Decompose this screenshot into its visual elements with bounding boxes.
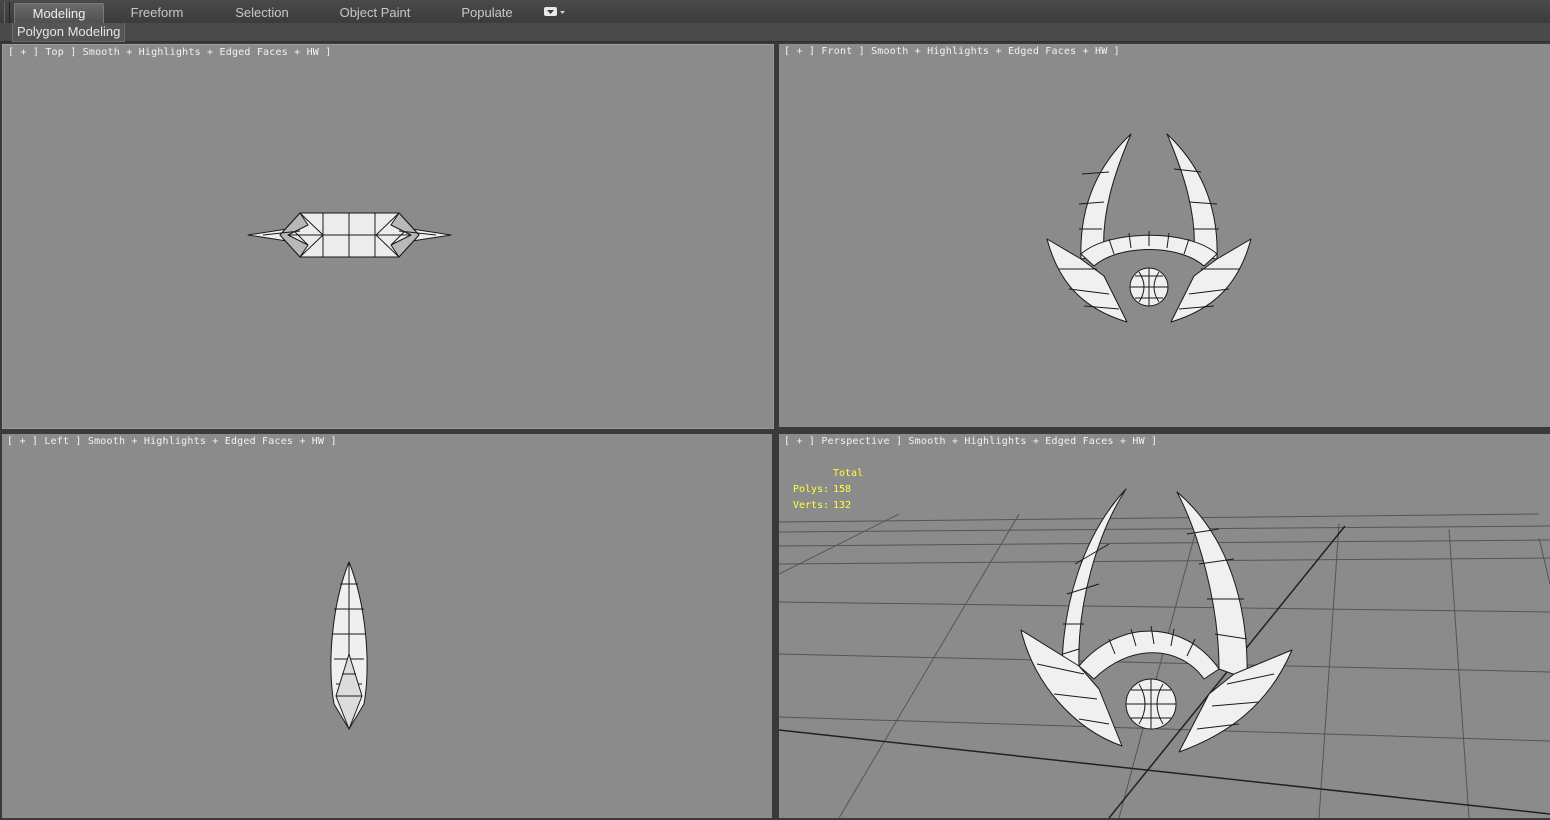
viewport-top[interactable]: [ + ] Top ] Smooth + Highlights + Edged … bbox=[2, 44, 774, 429]
viewport-front[interactable]: [ + ] Front ] Smooth + Highlights + Edge… bbox=[779, 44, 1550, 427]
top-view-model bbox=[247, 212, 452, 258]
tab-populate[interactable]: Populate bbox=[447, 3, 527, 22]
left-view-model bbox=[330, 561, 368, 730]
perspective-view-model bbox=[779, 488, 1550, 818]
ribbon-bar: Modeling Freeform Selection Object Paint… bbox=[0, 0, 1550, 38]
viewport-left[interactable]: [ + ] Left ] Smooth + Highlights + Edged… bbox=[2, 434, 772, 818]
viewport-perspective[interactable]: [ + ] Perspective ] Smooth + Highlights … bbox=[779, 434, 1550, 818]
tab-selection[interactable]: Selection bbox=[215, 3, 309, 22]
front-view-model bbox=[1046, 133, 1252, 323]
tab-object-paint[interactable]: Object Paint bbox=[325, 3, 425, 22]
polygon-modeling-panel[interactable]: Polygon Modeling bbox=[12, 23, 126, 42]
tab-modeling[interactable]: Modeling bbox=[14, 3, 104, 23]
ribbon-panel-bar: Polygon Modeling bbox=[0, 23, 1550, 42]
tab-freeform[interactable]: Freeform bbox=[112, 3, 202, 22]
dropdown-arrow-icon[interactable] bbox=[543, 6, 567, 18]
